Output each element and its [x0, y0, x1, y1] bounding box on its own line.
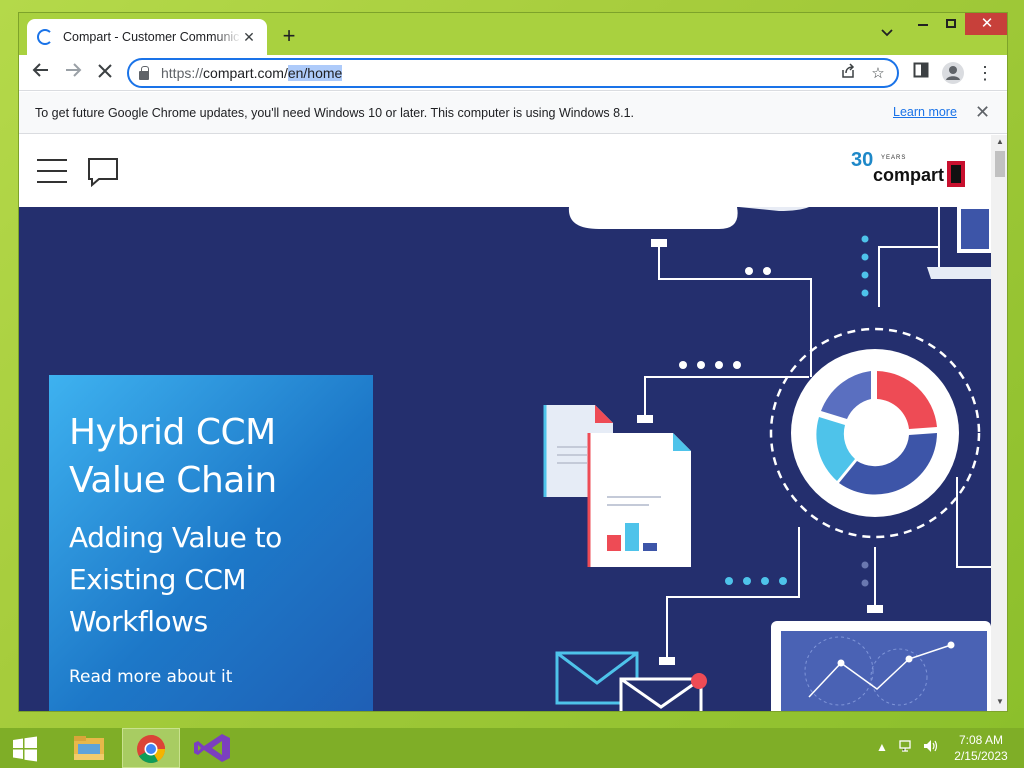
tab-strip: Compart - Customer Communica ✕ + ✕ [19, 13, 1007, 55]
loading-spinner-icon [37, 29, 53, 45]
address-bar[interactable]: https://compart.com/en/home ☆ [127, 58, 899, 88]
url-text: https://compart.com/en/home [161, 65, 343, 81]
url-selection: en/home [287, 65, 343, 81]
chrome-taskbar-icon[interactable] [122, 728, 180, 768]
profile-avatar-icon[interactable] [939, 59, 967, 87]
system-clock[interactable]: 7:08 AM 2/15/2023 [946, 732, 1016, 764]
tab-close-icon[interactable]: ✕ [241, 29, 257, 46]
file-explorer-icon[interactable] [60, 728, 118, 768]
page-scrollbar[interactable]: ▲ ▼ [991, 135, 1007, 711]
site-header: 30 YEARS compart [19, 135, 991, 207]
read-more-link[interactable]: Read more about it [69, 667, 353, 687]
learn-more-link[interactable]: Learn more [893, 105, 957, 119]
infobar-close-icon[interactable]: ✕ [975, 102, 990, 123]
lock-icon[interactable] [139, 65, 149, 80]
hero-subtitle: Adding Value to Existing CCM Workflows [69, 521, 282, 638]
network-icon[interactable] [898, 738, 914, 752]
infobar-message: To get future Google Chrome updates, you… [35, 105, 634, 120]
hero-title: Hybrid CCM Value Chain [69, 412, 277, 501]
clock-time: 7:08 AM [958, 733, 1004, 747]
compart-logo[interactable]: 30 YEARS compart [851, 149, 971, 191]
share-icon[interactable] [837, 63, 859, 85]
new-tab-button[interactable]: + [275, 23, 303, 51]
visual-studio-icon[interactable] [184, 728, 242, 768]
scroll-down-arrow-icon[interactable]: ▼ [995, 697, 1005, 706]
close-window-button[interactable]: ✕ [965, 13, 1007, 35]
hamburger-menu-icon[interactable] [37, 159, 67, 183]
hero-banner: Hybrid CCM Value Chain Adding Value to E… [19, 207, 991, 711]
stop-loading-button[interactable] [91, 59, 119, 87]
logo-brand: compart [873, 165, 945, 185]
page-viewport: 30 YEARS compart Hybrid CCM Value Chain … [19, 135, 1007, 711]
forward-button[interactable] [59, 59, 87, 87]
back-button[interactable] [27, 59, 55, 87]
scroll-up-arrow-icon[interactable]: ▲ [995, 137, 1005, 146]
logo-30: 30 [851, 149, 874, 171]
browser-menu-icon[interactable]: ⋮ [971, 59, 999, 87]
logo-years: YEARS [881, 155, 907, 161]
maximize-button[interactable] [937, 13, 965, 35]
hero-card[interactable]: Hybrid CCM Value Chain Adding Value to E… [49, 375, 373, 711]
chat-bubble-icon[interactable] [87, 157, 119, 188]
update-infobar: To get future Google Chrome updates, you… [19, 92, 1007, 134]
browser-tab[interactable]: Compart - Customer Communica ✕ [27, 19, 267, 55]
tray-expand-icon[interactable]: ▲ [876, 740, 888, 768]
bookmark-star-icon[interactable]: ☆ [867, 63, 889, 85]
taskbar: ▲ 7:08 AM 2/15/2023 [0, 728, 1024, 768]
scrollbar-thumb[interactable] [995, 151, 1005, 177]
tab-title: Compart - Customer Communica [63, 30, 241, 44]
tab-search-chevron-icon[interactable] [875, 25, 899, 49]
windows-start-icon[interactable] [12, 736, 38, 762]
chrome-window: Compart - Customer Communica ✕ + ✕ https… [18, 12, 1008, 712]
volume-icon[interactable] [922, 738, 940, 754]
logo-mark [947, 161, 965, 187]
clock-date: 2/15/2023 [954, 749, 1008, 763]
browser-toolbar: https://compart.com/en/home ☆ ⋮ [19, 55, 1007, 91]
side-panel-icon[interactable] [907, 59, 935, 87]
minimize-button[interactable] [909, 13, 937, 35]
